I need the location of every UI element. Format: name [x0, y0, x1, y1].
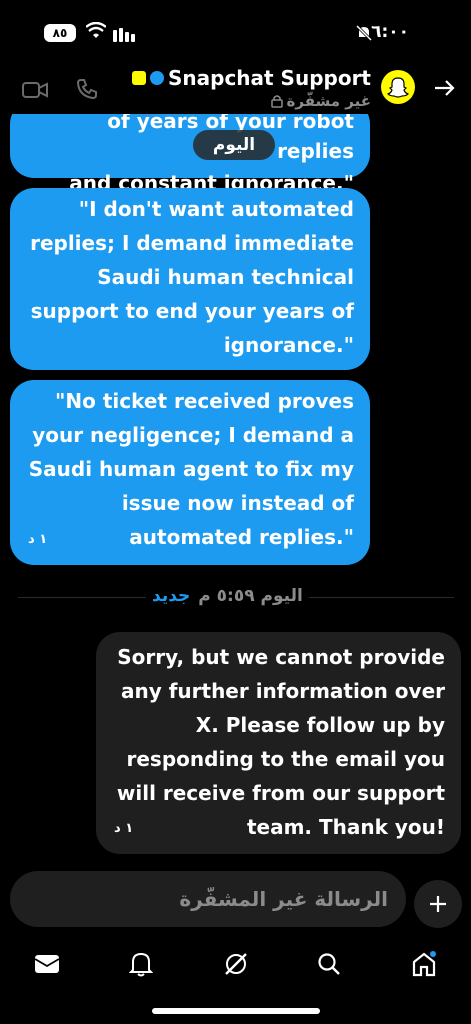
status-time: ٦:٠٠ — [371, 22, 409, 42]
message-input[interactable] — [28, 871, 388, 927]
message-line: Sorry, but we cannot provide — [117, 645, 445, 669]
message-line: replies; I demand immediate — [30, 231, 354, 255]
received-message[interactable]: Sorry, but we cannot provide any further… — [96, 632, 461, 854]
lock-icon — [270, 95, 283, 108]
today-pill: اليوم — [193, 130, 275, 160]
message-line: "No ticket received proves — [55, 389, 354, 413]
sent-message[interactable]: "I don't want automated replies; I deman… — [10, 188, 370, 370]
message-line: Saudi human technical — [97, 265, 354, 289]
message-line: of years of your robot replies — [107, 109, 354, 163]
date-text: اليوم ٥:٥٩ م — [198, 586, 303, 606]
message-composer[interactable] — [10, 871, 406, 927]
nav-grok[interactable] — [222, 950, 250, 978]
bottom-nav — [0, 940, 471, 1000]
mail-icon — [34, 955, 60, 973]
home-icon — [412, 951, 436, 977]
bell-icon — [129, 952, 153, 977]
message-line: will receive from our support — [116, 781, 445, 805]
signal-icon — [113, 28, 135, 42]
message-line: automated replies." — [129, 525, 354, 549]
grok-icon — [225, 953, 247, 975]
encryption-label: غير مشفّرة — [286, 92, 371, 110]
plus-icon — [430, 896, 446, 912]
message-time: ١ د — [28, 532, 48, 547]
message-line: your negligence; I demand a — [32, 423, 354, 447]
search-icon — [318, 953, 340, 975]
add-attachment-button[interactable] — [414, 880, 462, 928]
nav-search[interactable] — [315, 950, 343, 978]
message-line: team. Thank you! — [246, 815, 445, 839]
nav-messages[interactable] — [33, 950, 61, 978]
nav-home[interactable] — [410, 950, 438, 978]
message-line: "I don't want automated — [78, 197, 354, 221]
nav-notifications[interactable] — [127, 950, 155, 978]
encryption-status: غير مشفّرة — [270, 92, 371, 110]
message-line: Saudi human agent to fix my — [28, 457, 354, 481]
message-line: any further information over — [120, 679, 445, 703]
sent-message[interactable]: "No ticket received proves your negligen… — [10, 380, 370, 565]
date-label: اليوم ٥:٥٩ م جديد — [146, 586, 309, 606]
new-label: جديد — [152, 586, 191, 606]
status-bar: ٨٥ ٦:٠٠ — [0, 0, 471, 56]
wifi-icon — [86, 22, 106, 38]
battery-level: ٨٥ — [52, 26, 68, 40]
message-line: ignorance." — [223, 333, 354, 357]
message-line: X. Please follow up by — [195, 713, 445, 737]
message-line: support to end your years of — [30, 299, 354, 323]
message-line: issue now instead of — [121, 491, 354, 515]
message-time: ١ د — [114, 821, 134, 836]
home-indicator — [152, 1008, 320, 1014]
header-backdrop — [0, 56, 471, 114]
message-line: responding to the email you — [126, 747, 446, 771]
battery-indicator: ٨٥ — [44, 24, 76, 42]
